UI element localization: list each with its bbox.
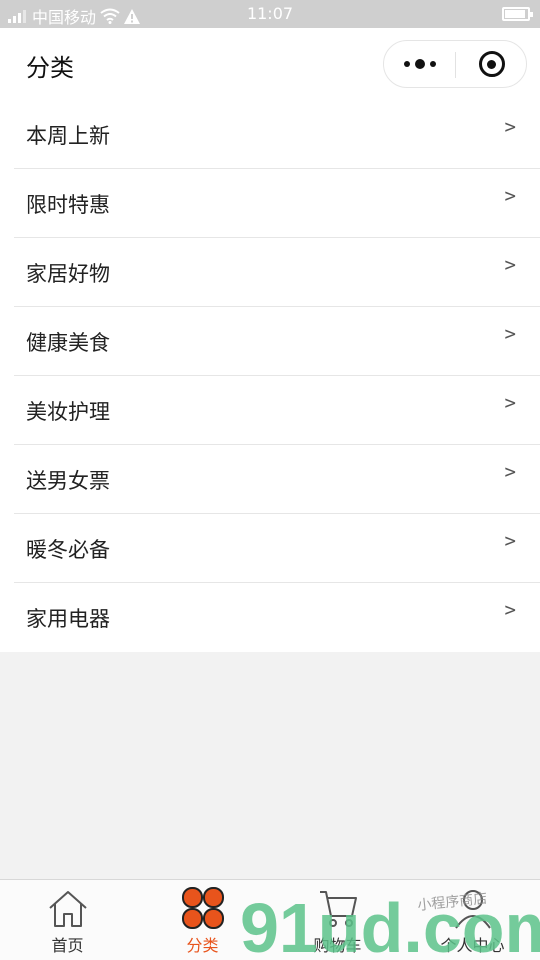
tab-cart[interactable]: 购物车 bbox=[270, 880, 405, 960]
category-label: 暖冬必备 bbox=[26, 538, 110, 562]
user-icon bbox=[454, 890, 491, 929]
tab-label: 个人中心 bbox=[440, 936, 505, 955]
tab-bar: 首页 分类 购物车 个人中心 bbox=[0, 879, 540, 960]
category-item[interactable]: 暖冬必备 > bbox=[14, 514, 540, 583]
target-circle-icon bbox=[478, 51, 505, 77]
more-button[interactable] bbox=[384, 41, 455, 87]
tab-label: 首页 bbox=[51, 936, 84, 955]
tab-label: 分类 bbox=[186, 936, 219, 955]
status-bar: 中国移动 11:07 bbox=[0, 0, 540, 28]
chevron-right-icon: > bbox=[504, 461, 516, 483]
cart-icon bbox=[319, 891, 357, 927]
nav-bar: 分类 bbox=[0, 28, 540, 100]
category-item[interactable]: 送男女票 > bbox=[14, 445, 540, 514]
category-label: 健康美食 bbox=[26, 331, 110, 355]
category-item[interactable]: 本周上新 > bbox=[14, 100, 540, 169]
tab-category[interactable]: 分类 bbox=[135, 880, 270, 960]
category-item[interactable]: 美妆护理 > bbox=[14, 376, 540, 445]
category-item[interactable]: 限时特惠 > bbox=[14, 169, 540, 238]
category-item[interactable]: 健康美食 > bbox=[14, 307, 540, 376]
chevron-right-icon: > bbox=[504, 323, 516, 345]
tab-label: 购物车 bbox=[313, 936, 362, 955]
category-icon bbox=[181, 887, 224, 929]
clock: 11:07 bbox=[246, 4, 294, 23]
close-button[interactable] bbox=[456, 41, 527, 87]
category-label: 美妆护理 bbox=[26, 400, 110, 424]
home-icon bbox=[48, 891, 87, 927]
category-item[interactable]: 家用电器 > bbox=[14, 583, 540, 652]
tab-home[interactable]: 首页 bbox=[0, 880, 135, 960]
battery-icon bbox=[502, 7, 533, 21]
page-title: 分类 bbox=[26, 54, 74, 82]
more-dots-icon bbox=[403, 59, 436, 69]
category-label: 限时特惠 bbox=[26, 193, 110, 217]
category-list: 本周上新 > 限时特惠 > 家居好物 > 健康美食 > 美妆护理 > 送男女票 … bbox=[0, 100, 540, 652]
category-label: 家用电器 bbox=[26, 607, 110, 631]
category-label: 家居好物 bbox=[26, 262, 110, 286]
chevron-right-icon: > bbox=[504, 185, 516, 207]
tab-profile[interactable]: 个人中心 bbox=[405, 880, 540, 960]
category-label: 送男女票 bbox=[26, 469, 110, 493]
chevron-right-icon: > bbox=[504, 392, 516, 414]
category-label: 本周上新 bbox=[26, 124, 110, 148]
category-item[interactable]: 家居好物 > bbox=[14, 238, 540, 307]
chevron-right-icon: > bbox=[504, 116, 516, 138]
chevron-right-icon: > bbox=[504, 254, 516, 276]
menu-capsule bbox=[383, 40, 527, 88]
chevron-right-icon: > bbox=[504, 599, 516, 621]
chevron-right-icon: > bbox=[504, 530, 516, 552]
